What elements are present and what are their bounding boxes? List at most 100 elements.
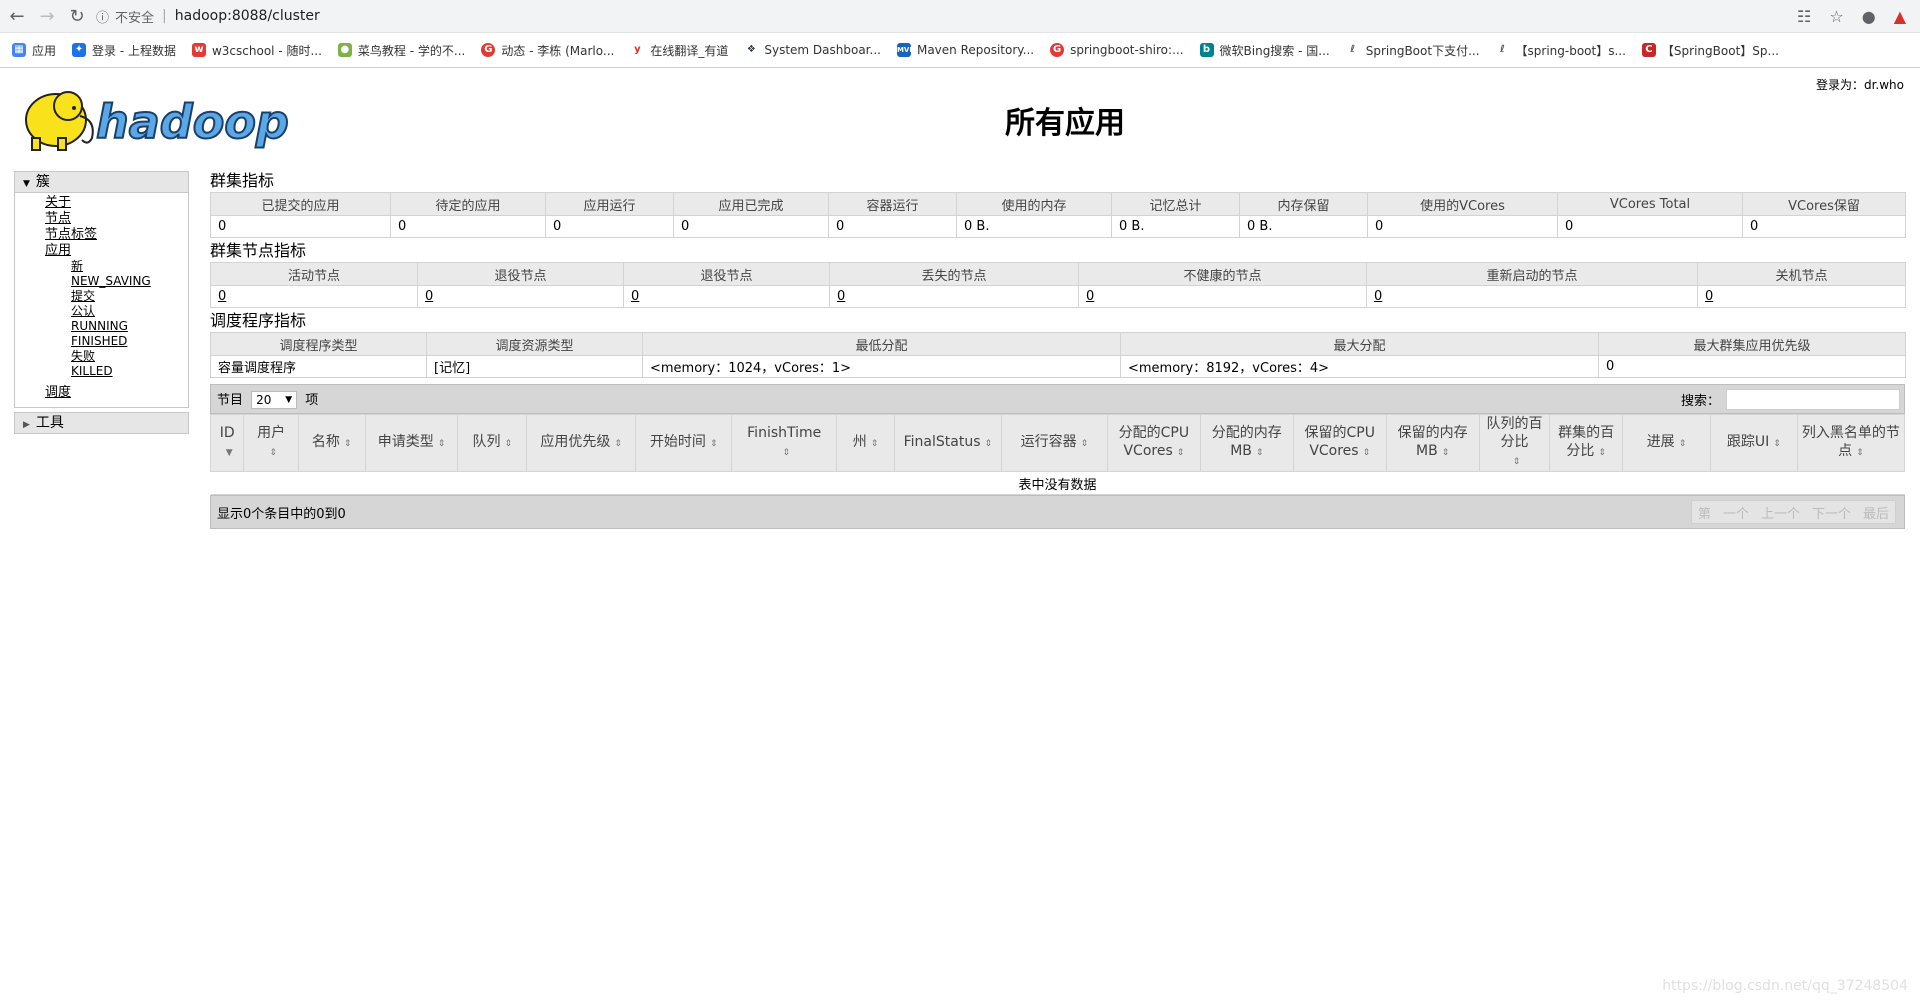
- table-cell: <memory：8192，vCores：4>: [1120, 355, 1599, 378]
- search-control: 搜索：: [1681, 388, 1900, 410]
- bookmark-item[interactable]: w w3cschool - 随时...: [191, 42, 322, 59]
- column-header-user[interactable]: 用户 ⇕: [243, 414, 299, 472]
- table-cell: <memory：1024，vCores：1>: [642, 355, 1121, 378]
- decommissioned-nodes-link[interactable]: 0: [631, 289, 639, 304]
- bookmark-favicon-icon: ℓ: [1495, 43, 1510, 57]
- column-header-priority[interactable]: 应用优先级 ⇕: [526, 414, 637, 472]
- nav-link-nodes[interactable]: 节点: [45, 211, 188, 227]
- nav-link-state-accepted[interactable]: 公认: [71, 304, 188, 319]
- column-header-cluster-percent[interactable]: 群集的百分比 ⇕: [1549, 414, 1624, 472]
- column-header: 应用已完成: [673, 192, 829, 216]
- nav-link-state-finished[interactable]: FINISHED: [71, 334, 188, 349]
- table-header-row: ID ▼ 用户 ⇕ 名称 ⇕ 申请类型 ⇕ 队列 ⇕ 应用优先级 ⇕ 开始时间 ⇕ Finis…: [209, 414, 1906, 472]
- pager-one-button[interactable]: 一个: [1717, 503, 1755, 522]
- back-arrow-icon[interactable]: ←: [4, 6, 30, 27]
- forward-arrow-icon[interactable]: →: [34, 6, 60, 27]
- bookmark-item[interactable]: y 在线翻译_有道: [630, 42, 728, 59]
- table-cell: 0: [210, 285, 418, 308]
- account-icon[interactable]: ●: [1862, 7, 1876, 26]
- omnibox[interactable]: ⓘ 不安全 | hadoop:8088/cluster: [96, 3, 1798, 29]
- sort-icon: ⇕: [343, 439, 352, 449]
- bookmark-item[interactable]: ✦ 登录 - 上程数据: [72, 42, 176, 59]
- column-header-state[interactable]: 州 ⇕: [836, 414, 895, 472]
- nav-link-state-new-saving[interactable]: NEW_SAVING: [71, 274, 188, 289]
- nav-link-about[interactable]: 关于: [45, 195, 188, 211]
- pager-next-button[interactable]: 下一个: [1806, 503, 1857, 522]
- table-cell: 0: [210, 215, 391, 238]
- search-input[interactable]: [1726, 388, 1900, 410]
- bookmark-favicon-icon: G: [1050, 43, 1065, 57]
- bookmark-item[interactable]: ℓ SpringBoot下支付...: [1345, 42, 1480, 59]
- column-header-reserved-memory[interactable]: 保留的内存MB ⇕: [1385, 414, 1480, 472]
- cluster-nav-list: 关于 节点 节点标签 应用 新 NEW_SAVING 提交 公认 RUNNING…: [15, 193, 188, 401]
- column-header-final-status[interactable]: FinalStatus ⇕: [893, 414, 1002, 472]
- nav-link-scheduler[interactable]: 调度: [45, 385, 188, 401]
- column-header-queue-percent[interactable]: 队列的百分比 ⇕: [1478, 414, 1551, 472]
- bookmark-favicon-icon: w: [191, 43, 206, 57]
- table-info: 显示0个条目中的0到0: [217, 506, 346, 522]
- column-header-reserved-vcores[interactable]: 保留的CPU VCores ⇕: [1292, 414, 1387, 472]
- decommissioning-nodes-link[interactable]: 0: [425, 289, 433, 304]
- cluster-nav-header[interactable]: ▼ 簇: [15, 172, 188, 193]
- nav-link-state-failed[interactable]: 失败: [71, 349, 188, 364]
- nav-link-applications[interactable]: 应用: [45, 243, 188, 259]
- bookmark-item[interactable]: ● 菜鸟教程 - 学的不...: [337, 42, 465, 59]
- rebooted-nodes-link[interactable]: 0: [1374, 289, 1382, 304]
- sort-icon: ⇕: [614, 439, 622, 449]
- table-cell: 0: [1078, 285, 1367, 308]
- pager-last-button[interactable]: 最后: [1857, 503, 1895, 522]
- table-row: 0 0 0 0 0 0 0: [210, 285, 1906, 308]
- dropdown-arrow-icon: ▼: [285, 395, 293, 405]
- table-header-row: 已提交的应用 待定的应用 应用运行 应用已完成 容器运行 使用的内存 记忆总计 …: [210, 192, 1906, 216]
- column-header-start-time[interactable]: 开始时间 ⇕: [635, 414, 733, 472]
- nav-link-state-new[interactable]: 新: [71, 259, 188, 274]
- bookmark-item[interactable]: C 【SpringBoot】Sp...: [1641, 42, 1779, 59]
- column-header-tracking-ui[interactable]: 跟踪UI ⇕: [1709, 414, 1798, 472]
- active-nodes-link[interactable]: 0: [218, 289, 226, 304]
- pagination: 第 一个 上一个 下一个 最后: [1690, 500, 1896, 524]
- pager-first-button[interactable]: 第: [1692, 503, 1717, 522]
- column-header-id[interactable]: ID ▼: [209, 414, 245, 472]
- bookmark-item[interactable]: MVN Maven Repository...: [896, 43, 1034, 57]
- table-cell: 0: [828, 215, 957, 238]
- lost-nodes-link[interactable]: 0: [837, 289, 845, 304]
- bookmark-item[interactable]: Gspringboot-shiro:...: [1050, 43, 1184, 57]
- table-cell: 0: [417, 285, 624, 308]
- bookmark-item[interactable]: b 微软Bing搜索 - 国...: [1199, 42, 1330, 59]
- bookmark-apps[interactable]: ▦ 应用: [12, 42, 56, 59]
- bookmark-item[interactable]: ℓ 【spring-boot】s...: [1495, 42, 1626, 59]
- url-text[interactable]: hadoop:8088/cluster: [175, 8, 320, 24]
- column-header-allocated-memory[interactable]: 分配的内存MB ⇕: [1199, 414, 1294, 472]
- bookmark-item[interactable]: G 动态 - 李栋 (Marlo...: [481, 42, 614, 59]
- nav-link-state-running[interactable]: RUNNING: [71, 319, 188, 334]
- shutdown-nodes-link[interactable]: 0: [1705, 289, 1713, 304]
- nav-link-state-submitted[interactable]: 提交: [71, 289, 188, 304]
- unhealthy-nodes-link[interactable]: 0: [1086, 289, 1094, 304]
- bookmark-item[interactable]: ❖ System Dashboar...: [744, 43, 881, 57]
- nav-link-node-labels[interactable]: 节点标签: [45, 227, 188, 243]
- nav-link-state-killed[interactable]: KILLED: [71, 364, 188, 379]
- tools-nav-header[interactable]: ▶ 工具: [14, 412, 189, 434]
- column-header-name[interactable]: 名称 ⇕: [297, 414, 366, 472]
- column-header-blacklisted-nodes[interactable]: 列入黑名单的节点 ⇕: [1796, 414, 1906, 472]
- sort-icon: ⇕: [1856, 448, 1864, 458]
- bookmark-favicon-icon: MVN: [896, 43, 915, 57]
- column-header-queue[interactable]: 队列 ⇕: [457, 414, 528, 472]
- reload-icon[interactable]: ↻: [64, 6, 90, 27]
- pager-previous-button[interactable]: 上一个: [1755, 503, 1806, 522]
- sort-icon: ⇕: [709, 439, 718, 449]
- browser-actions: ☷ ☆ ● ▲: [1797, 7, 1906, 26]
- translate-icon[interactable]: ☷: [1797, 7, 1811, 26]
- column-header-allocated-vcores[interactable]: 分配的CPU VCores ⇕: [1106, 414, 1201, 472]
- apps-table-toolbar: 节目 20 ▼ 项 搜索：: [210, 384, 1905, 414]
- star-icon[interactable]: ☆: [1829, 7, 1843, 26]
- column-header-running-containers[interactable]: 运行容器 ⇕: [1000, 414, 1108, 472]
- info-icon[interactable]: ⓘ: [96, 7, 109, 26]
- table-cell: 0: [1366, 285, 1698, 308]
- column-header-progress[interactable]: 进展 ⇕: [1622, 414, 1711, 472]
- column-header: VCores Total: [1557, 192, 1743, 216]
- page-length-select[interactable]: 20 ▼: [251, 391, 298, 409]
- column-header-finish-time[interactable]: FinishTime ⇕: [731, 414, 838, 472]
- extension-icon[interactable]: ▲: [1894, 7, 1906, 26]
- column-header-app-type[interactable]: 申请类型 ⇕: [364, 414, 459, 472]
